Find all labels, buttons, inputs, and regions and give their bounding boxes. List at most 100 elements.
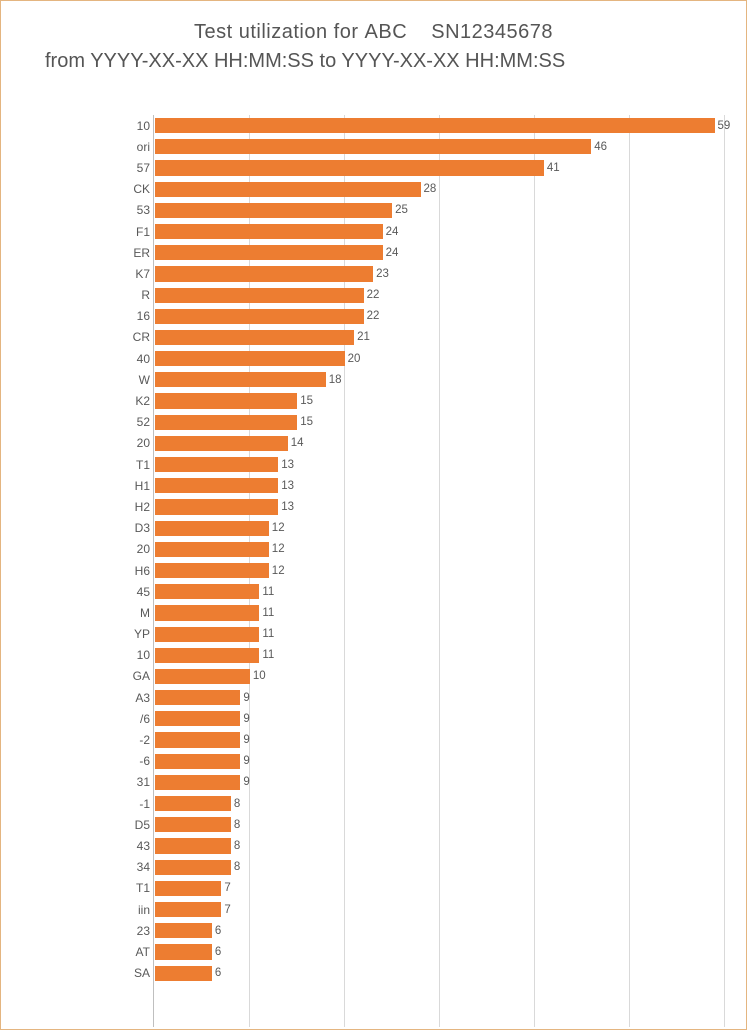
value-label: 9 [243, 692, 249, 704]
category-label: 23 [110, 924, 150, 938]
bar-cell: 12 [155, 542, 724, 557]
value-label: 59 [718, 120, 731, 132]
bar-row: M11 [154, 602, 724, 623]
value-label: 25 [395, 204, 408, 216]
plot-area: 1059ori465741CK285325F124ER24K723R221622… [153, 115, 724, 1027]
value-label: 10 [253, 670, 266, 682]
bar-row: ER24 [154, 242, 724, 263]
title-prefix: Test utilization for [194, 21, 359, 43]
category-label: H2 [110, 500, 150, 514]
value-label: 18 [329, 374, 342, 386]
bar [155, 542, 269, 557]
bar [155, 266, 373, 281]
bar-row: 5215 [154, 412, 724, 433]
bar-cell: 24 [155, 224, 724, 239]
value-label: 8 [234, 840, 240, 852]
value-label: 41 [547, 162, 560, 174]
category-label: -6 [110, 754, 150, 768]
value-label: 20 [348, 353, 361, 365]
bar [155, 478, 278, 493]
category-label: GA [110, 669, 150, 683]
bar-row: YP11 [154, 624, 724, 645]
sn-value: 12345678 [460, 21, 553, 43]
sn-label: SN [431, 21, 460, 43]
gridline [724, 115, 725, 1027]
bar-cell: 13 [155, 478, 724, 493]
category-label: K7 [110, 267, 150, 281]
category-label: W [110, 373, 150, 387]
category-label: R [110, 288, 150, 302]
bar-row: -29 [154, 729, 724, 750]
category-label: H6 [110, 564, 150, 578]
bar-cell: 9 [155, 732, 724, 747]
bar-row: H213 [154, 496, 724, 517]
value-label: 8 [234, 861, 240, 873]
bar-cell: 15 [155, 415, 724, 430]
bar-cell: 6 [155, 966, 724, 981]
title-line1: Test utilization for ABC SN12345678 [31, 21, 716, 44]
value-label: 23 [376, 268, 389, 280]
bar-cell: 9 [155, 711, 724, 726]
bar-row: 438 [154, 835, 724, 856]
value-label: 24 [386, 247, 399, 259]
bar-cell: 11 [155, 627, 724, 642]
bar-cell: 9 [155, 775, 724, 790]
bar-row: D58 [154, 814, 724, 835]
bar-row: 4020 [154, 348, 724, 369]
bar [155, 881, 221, 896]
bar [155, 118, 715, 133]
bar [155, 627, 259, 642]
category-label: A3 [110, 691, 150, 705]
value-label: 28 [424, 183, 437, 195]
bar-cell: 10 [155, 669, 724, 684]
bar-row: 2014 [154, 433, 724, 454]
bar-row: iin7 [154, 899, 724, 920]
bar-row: 5741 [154, 157, 724, 178]
bar-row: 1011 [154, 645, 724, 666]
bar [155, 309, 364, 324]
bar-cell: 9 [155, 754, 724, 769]
bar-cell: 22 [155, 309, 724, 324]
bar-cell: 8 [155, 860, 724, 875]
bar-row: A39 [154, 687, 724, 708]
bar-cell: 13 [155, 457, 724, 472]
bar-cell: 11 [155, 648, 724, 663]
bar [155, 605, 259, 620]
bar-cell: 23 [155, 266, 724, 281]
category-label: 40 [110, 352, 150, 366]
bar-row: /69 [154, 708, 724, 729]
value-label: 21 [357, 331, 370, 343]
category-label: SA [110, 966, 150, 980]
bar [155, 160, 544, 175]
bar-row: 5325 [154, 200, 724, 221]
bar [155, 902, 221, 917]
bar-row: -69 [154, 751, 724, 772]
bar [155, 436, 288, 451]
bar-cell: 8 [155, 796, 724, 811]
category-label: 10 [110, 119, 150, 133]
bar-cell: 13 [155, 499, 724, 514]
bar [155, 711, 240, 726]
category-label: YP [110, 627, 150, 641]
bar [155, 754, 240, 769]
bar-cell: 22 [155, 288, 724, 303]
category-label: 10 [110, 648, 150, 662]
bar [155, 817, 231, 832]
chart-title: Test utilization for ABC SN12345678 from… [31, 1, 716, 73]
bar [155, 860, 231, 875]
bar-cell: 6 [155, 944, 724, 959]
category-label: T1 [110, 458, 150, 472]
bar-row: 4511 [154, 581, 724, 602]
value-label: 12 [272, 543, 285, 555]
bar [155, 584, 259, 599]
bar [155, 521, 269, 536]
category-label: D3 [110, 521, 150, 535]
bar-row: CK28 [154, 179, 724, 200]
value-label: 8 [234, 798, 240, 810]
value-label: 11 [262, 628, 274, 640]
bar-row: H612 [154, 560, 724, 581]
bar-row: 1059 [154, 115, 724, 136]
value-label: 9 [243, 755, 249, 767]
bar-row: 319 [154, 772, 724, 793]
from-label: from [45, 50, 85, 72]
